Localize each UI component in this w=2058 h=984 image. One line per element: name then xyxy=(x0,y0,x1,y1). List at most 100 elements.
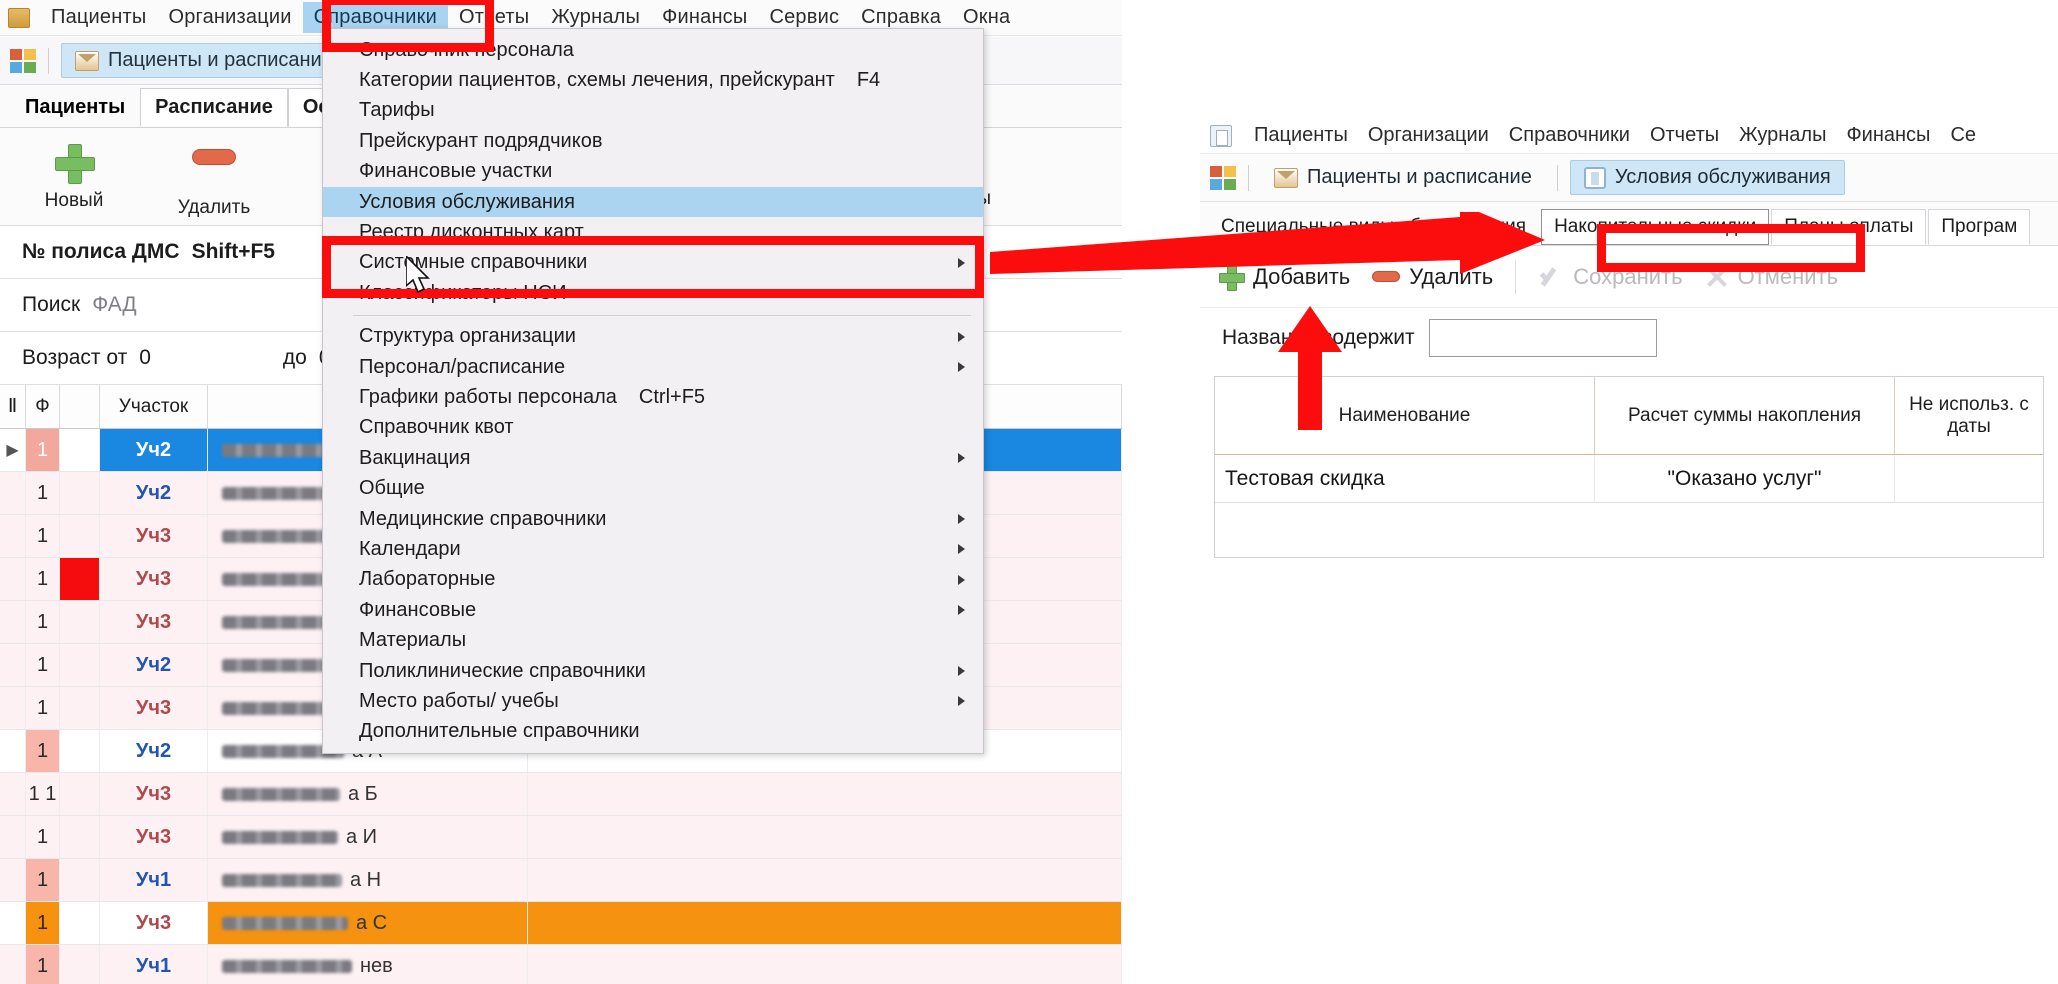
cell-name: а И xyxy=(208,816,528,858)
right-menu-3[interactable]: Отчеты xyxy=(1640,121,1729,150)
menu-item-4[interactable]: Финансовые участки xyxy=(323,157,983,187)
tab-special-service-types[interactable]: Специальные виды обслуживания xyxy=(1208,209,1539,245)
menu-item-3[interactable]: Прейскурант подрядчиков xyxy=(323,126,983,156)
window-icon xyxy=(1210,124,1232,147)
menu-item-21[interactable]: Место работы/ учебы xyxy=(323,686,983,716)
filter-policy-label: № полиса ДМС xyxy=(22,240,180,263)
right-menu-0[interactable]: Пациенты xyxy=(1244,121,1358,150)
table-header-row: Наименование Расчет суммы накопления Не … xyxy=(1215,377,2043,455)
menu-item-label: Финансовые xyxy=(359,598,477,621)
right-menu-1[interactable]: Организации xyxy=(1358,121,1499,150)
ribbon-delete-button[interactable]: Удалить xyxy=(166,135,262,219)
menu-item-2[interactable]: Тарифы xyxy=(323,96,983,126)
save-button[interactable]: Сохранить xyxy=(1538,264,1682,290)
name-contains-input[interactable] xyxy=(1428,319,1657,357)
envelope-icon xyxy=(1274,167,1298,188)
table-row[interactable]: 1 1 Уч3 а Б xyxy=(0,773,1122,816)
menu-item-label: Условия обслуживания xyxy=(359,190,575,213)
menu-item-1[interactable]: Категории пациентов, схемы лечения, прей… xyxy=(323,65,983,95)
menu-item-7[interactable]: Системные справочники xyxy=(323,248,983,278)
menu-item-0[interactable]: Справочник персонала xyxy=(323,35,983,65)
redacted-name xyxy=(222,658,328,672)
add-button-label: Добавить xyxy=(1253,263,1351,289)
document-tab-patients-schedule[interactable]: Пациенты и расписание xyxy=(61,43,347,78)
tab-patients[interactable]: Пациенты xyxy=(10,88,140,127)
cell-uchastok: Уч3 xyxy=(100,773,208,815)
chevron-right-icon xyxy=(958,453,965,464)
row-marker xyxy=(0,601,26,643)
grid-col-marker[interactable]: Ⅱ xyxy=(0,385,26,428)
column-header-accumulation-calc[interactable]: Расчет суммы накопления xyxy=(1595,377,1895,454)
grid-icon[interactable] xyxy=(1210,165,1236,190)
delete-button[interactable]: Удалить xyxy=(1372,264,1493,290)
tab-schedule[interactable]: Расписание xyxy=(140,88,288,127)
menu-item-16[interactable]: Календари xyxy=(323,534,983,564)
tab-cumulative-discounts[interactable]: Накопительные скидки xyxy=(1541,209,1770,245)
grid-col-flag[interactable] xyxy=(60,385,100,428)
table-row[interactable]: 1 Уч3 а И xyxy=(0,816,1122,859)
tab-programs[interactable]: Програм xyxy=(1928,209,2031,245)
menu-item-11[interactable]: Графики работы персонала Ctrl+F5 xyxy=(323,382,983,412)
menu-item-label: Дополнительные справочники xyxy=(359,720,640,743)
chevron-right-icon xyxy=(958,605,965,616)
document-tab-label: Условия обслуживания xyxy=(1614,166,1831,188)
search-input[interactable]: ФАД xyxy=(92,293,136,317)
tab-payment-plans[interactable]: Планы оплаты xyxy=(1771,209,1927,245)
cell-uchastok: Уч2 xyxy=(100,429,208,471)
right-menu-4[interactable]: Журналы xyxy=(1729,121,1836,150)
cell-flag xyxy=(60,773,100,815)
grid-icon[interactable] xyxy=(10,48,36,73)
table-row[interactable]: 1 Уч1 а Н xyxy=(0,859,1122,902)
menu-item-19[interactable]: Материалы xyxy=(323,625,983,655)
chevron-right-icon xyxy=(958,574,965,585)
table-row[interactable]: 1 Уч1 нев xyxy=(0,945,1122,984)
menu-item-22[interactable]: Дополнительные справочники xyxy=(323,717,983,747)
menu-item-8[interactable]: Классификаторы НСИ xyxy=(323,278,983,308)
chevron-right-icon xyxy=(958,257,965,268)
menu-item-9[interactable]: Структура организации xyxy=(323,322,983,352)
cell-accumulation-calc: "Оказано услуг" xyxy=(1595,455,1895,502)
right-menu-5[interactable]: Финансы xyxy=(1836,121,1940,150)
menu-1[interactable]: Организации xyxy=(157,2,302,33)
document-tab-patients-schedule[interactable]: Пациенты и расписание xyxy=(1261,161,1545,194)
table-row[interactable]: 1 Уч3 а С xyxy=(0,902,1122,945)
column-header-name[interactable]: Наименование xyxy=(1215,377,1595,454)
menu-item-17[interactable]: Лабораторные xyxy=(323,565,983,595)
age-from-input[interactable]: 0 xyxy=(139,346,151,370)
redacted-name xyxy=(222,916,348,930)
cell-extra xyxy=(528,945,1122,984)
right-toolbar: Добавить Удалить Сохранить Отменить xyxy=(1200,246,2058,308)
menu-item-13[interactable]: Вакцинация xyxy=(323,443,983,473)
table-row[interactable]: Тестовая скидка "Оказано услуг" xyxy=(1215,455,2043,503)
menu-item-5[interactable]: Условия обслуживания xyxy=(323,186,983,218)
document-tab-service-conditions[interactable]: Условия обслуживания xyxy=(1569,160,1845,195)
cell-flag xyxy=(60,816,100,858)
menu-0[interactable]: Пациенты xyxy=(40,2,157,33)
menu-item-6[interactable]: Реестр дисконтных карт xyxy=(323,217,983,247)
right-menu-bar: Пациенты Организации Справочники Отчеты Журн… xyxy=(1200,118,2058,154)
menu-item-14[interactable]: Общие xyxy=(323,473,983,503)
cell-uchastok: Уч3 xyxy=(100,902,208,944)
menu-item-12[interactable]: Справочник квот xyxy=(323,413,983,443)
add-button[interactable]: Добавить xyxy=(1218,263,1351,291)
menu-item-20[interactable]: Поликлинические справочники xyxy=(323,656,983,686)
right-menu-2[interactable]: Справочники xyxy=(1499,121,1640,150)
grid-col-f[interactable]: Ф xyxy=(26,385,60,428)
table-empty-area xyxy=(1215,503,2043,557)
cancel-button[interactable]: Отменить xyxy=(1705,264,1839,290)
menu-item-10[interactable]: Персонал/расписание xyxy=(323,352,983,382)
ribbon-new-button[interactable]: Новый xyxy=(26,142,122,212)
right-menu-6[interactable]: Се xyxy=(1940,121,1986,150)
column-header-unused-from-date[interactable]: Не использ. с даты xyxy=(1895,377,2043,454)
menu-item-18[interactable]: Финансовые xyxy=(323,595,983,625)
redacted-name xyxy=(222,959,352,973)
cumulative-discounts-table: Наименование Расчет суммы накопления Не … xyxy=(1214,376,2044,558)
menu-item-15[interactable]: Медицинские справочники xyxy=(323,504,983,534)
spravochniki-dropdown-menu[interactable]: Справочник персонала Категории пациентов,… xyxy=(322,28,984,754)
delete-button-label: Удалить xyxy=(1409,263,1494,289)
grid-col-uchastok[interactable]: Участок xyxy=(100,385,208,428)
save-button-label: Сохранить xyxy=(1573,263,1683,289)
menu-item-label: Медицинские справочники xyxy=(359,507,607,530)
cell-flag xyxy=(60,429,100,471)
menu-item-label: Место работы/ учебы xyxy=(359,689,559,712)
